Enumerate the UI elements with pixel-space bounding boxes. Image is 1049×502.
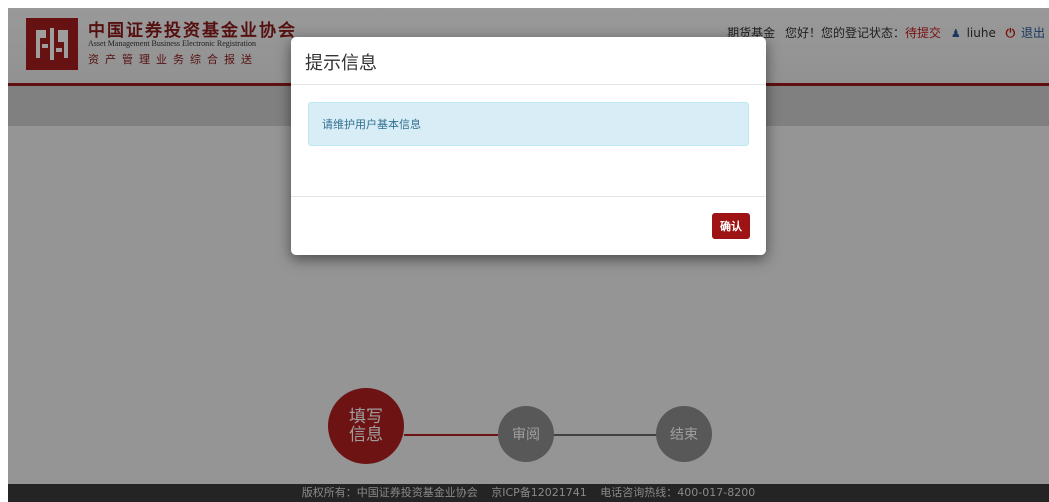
info-dialog: 提示信息 请维护用户基本信息 确认 [291,37,766,255]
dialog-title: 提示信息 [305,53,377,74]
info-alert: 请维护用户基本信息 [308,102,749,146]
page-frame: 中国证券投资基金业协会 Asset Management Business El… [8,8,1049,502]
dialog-body: 请维护用户基本信息 [291,85,766,197]
dialog-header: 提示信息 [291,37,766,85]
confirm-button[interactable]: 确认 [712,213,750,239]
